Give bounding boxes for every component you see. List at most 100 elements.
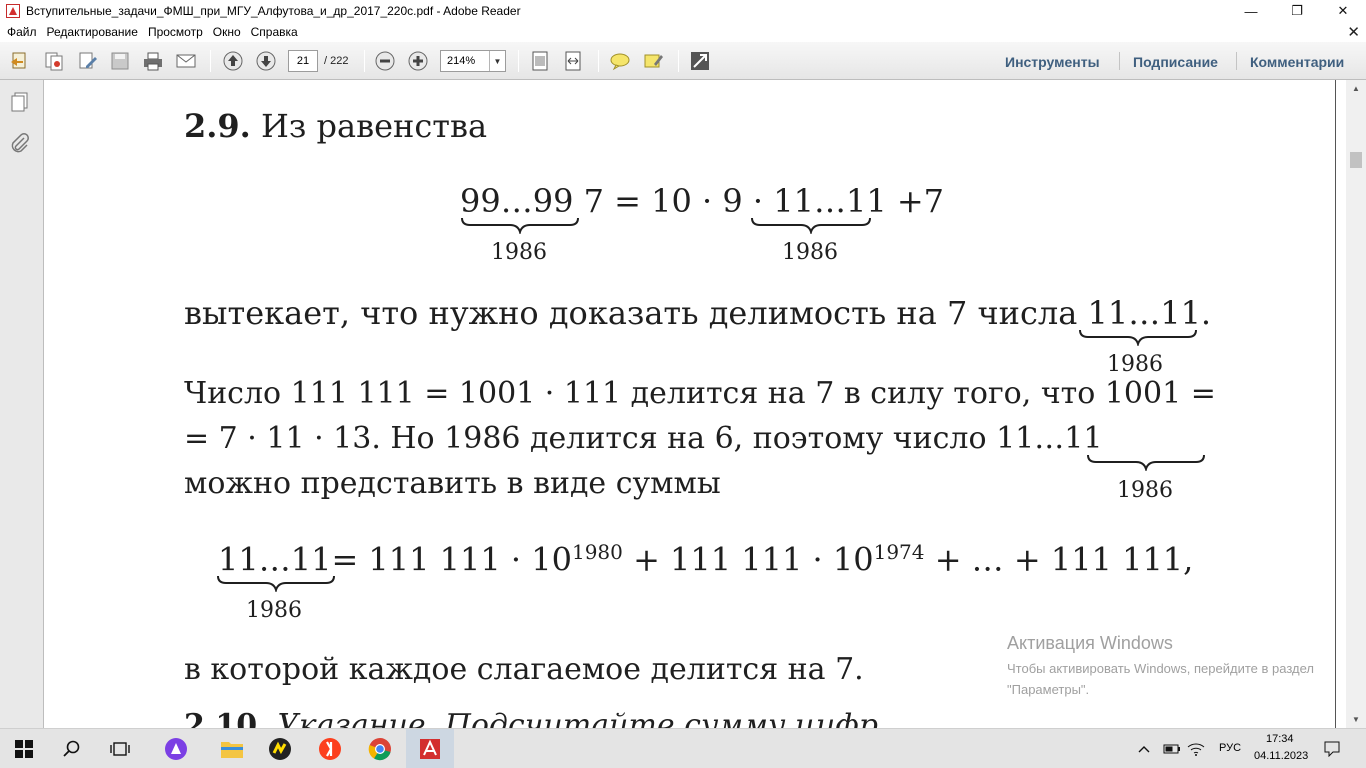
zoom-in-icon[interactable]: [406, 49, 430, 73]
yandex-market-icon[interactable]: [256, 729, 304, 768]
menu-view[interactable]: Просмотр: [143, 25, 208, 39]
eq2-part-1: = 111 111 · 10: [331, 540, 572, 579]
language-indicator[interactable]: РУС: [1219, 742, 1241, 754]
next-problem-hint: Указание. Подсчитайте сумму цифр.: [267, 708, 888, 728]
task-view-icon[interactable]: [96, 729, 144, 768]
text-line-6: в которой каждое слагаемое делится на 7.: [184, 652, 864, 687]
chrome-icon[interactable]: [356, 729, 404, 768]
vertical-scrollbar[interactable]: ▲ ▼: [1346, 80, 1366, 728]
alice-assistant-icon[interactable]: [152, 729, 200, 768]
line4-text: = 7 · 11 · 13. Но 1986 делится на 6, поэ…: [184, 421, 987, 456]
search-icon[interactable]: [48, 729, 96, 768]
problem-intro: Из равенства: [250, 107, 488, 145]
text-line-5: можно представить в виде суммы: [184, 466, 721, 501]
toolbar-separator: [598, 50, 599, 72]
menu-bar: Файл Редактирование Просмотр Окно Справк…: [0, 22, 1366, 42]
toolbar-separator: [210, 50, 211, 72]
underbrace-3: [1079, 329, 1197, 346]
comment-pane-link[interactable]: Комментарии: [1250, 54, 1344, 70]
equation-1: 99…99 7 = 10 · 9 · 11…11 +7: [460, 182, 944, 220]
next-page-icon[interactable]: [254, 49, 278, 73]
chevron-down-icon[interactable]: ▼: [489, 51, 505, 71]
text-line-7: 2.10. Указание. Подсчитайте сумму цифр.: [184, 708, 887, 728]
toolbar-separator: [678, 50, 679, 72]
line4-count: 1986: [1117, 478, 1173, 503]
clock-date[interactable]: 04.11.2023: [1254, 750, 1308, 762]
fit-width-icon[interactable]: [561, 49, 585, 73]
chevron-up-icon[interactable]: [1132, 729, 1156, 768]
adobe-reader-icon: [6, 4, 20, 18]
underbrace-4: [1087, 454, 1205, 471]
adobe-reader-taskbar-icon[interactable]: [406, 729, 454, 768]
eq1-count-2: 1986: [782, 240, 838, 265]
comment-icon[interactable]: [608, 49, 632, 73]
page-border: [1335, 80, 1346, 728]
title-bar: Вступительные_задачи_ФМШ_при_МГУ_Алфутов…: [0, 0, 1366, 22]
file-explorer-icon[interactable]: [208, 729, 256, 768]
zoom-select[interactable]: 214% ▼: [440, 50, 506, 72]
toolbar-separator: [1236, 52, 1237, 70]
clock-time[interactable]: 17:34: [1266, 733, 1294, 745]
taskbar: РУС 17:34 04.11.2023: [0, 728, 1366, 768]
sign-pane-link[interactable]: Подписание: [1133, 54, 1218, 70]
zoom-out-icon[interactable]: [373, 49, 397, 73]
document-view[interactable]: 2.9. Из равенства 99…99 7 = 10 · 9 · 11……: [44, 80, 1346, 728]
combine-files-icon[interactable]: [42, 49, 66, 73]
problem-heading: 2.9. Из равенства: [184, 107, 487, 145]
eq2-exponent-2: 1974: [873, 540, 925, 564]
close-button[interactable]: ✕: [1320, 0, 1366, 22]
page-total: / 222: [324, 55, 349, 67]
toolbar-separator: [1119, 52, 1120, 70]
window-controls: — ❐ ✕: [1228, 0, 1366, 22]
underbrace-2: [751, 217, 871, 234]
eq2-part-2: + 111 111 · 10: [622, 540, 874, 579]
start-windows-icon[interactable]: [0, 729, 48, 768]
toolbar: 21 / 222 214% ▼ Инструменты Подписание К…: [0, 42, 1366, 80]
save-icon[interactable]: [108, 49, 132, 73]
menu-file[interactable]: Файл: [2, 25, 42, 39]
email-icon[interactable]: [174, 49, 198, 73]
line2-number: 11…11: [1087, 294, 1201, 332]
scroll-up-icon[interactable]: ▲: [1346, 80, 1366, 97]
attachments-icon[interactable]: [8, 132, 32, 156]
eq2-count: 1986: [246, 598, 302, 623]
eq1-tail: +7: [896, 182, 945, 220]
eq1-count-1: 1986: [491, 240, 547, 265]
previous-page-icon[interactable]: [221, 49, 245, 73]
print-icon[interactable]: [141, 49, 165, 73]
eq1-term-a: 99…99: [460, 182, 574, 220]
activation-watermark-title: Активация Windows: [1007, 633, 1173, 653]
toolbar-separator: [364, 50, 365, 72]
scrollbar-thumb[interactable]: [1350, 152, 1362, 168]
menu-edit[interactable]: Редактирование: [42, 25, 143, 39]
fit-page-icon[interactable]: [528, 49, 552, 73]
battery-icon[interactable]: [1160, 729, 1184, 768]
activation-watermark-text: Чтобы активировать Windows, перейдите в …: [1007, 661, 1314, 697]
text-line-2: вытекает, что нужно доказать делимость н…: [184, 294, 1211, 332]
close-document-button[interactable]: ✕: [1347, 23, 1360, 41]
yandex-browser-icon[interactable]: [306, 729, 354, 768]
menu-window[interactable]: Окно: [208, 25, 246, 39]
notifications-icon[interactable]: [1320, 729, 1344, 768]
navigation-pane: [0, 80, 44, 728]
highlight-icon[interactable]: [641, 49, 665, 73]
tools-pane-link[interactable]: Инструменты: [1005, 54, 1100, 70]
network-icon[interactable]: [1184, 729, 1208, 768]
line4-number: 11…11: [996, 421, 1103, 456]
eq1-middle: 7 = 10 · 9 ·: [583, 182, 764, 220]
create-pdf-icon[interactable]: [8, 49, 32, 73]
page-number-input[interactable]: 21: [288, 50, 318, 72]
underbrace-5: [217, 575, 335, 592]
equation-2: 11…11= 111 111 · 101980 + 111 111 · 1019…: [218, 540, 1193, 579]
menu-help[interactable]: Справка: [246, 25, 303, 39]
zoom-value: 214%: [447, 55, 476, 67]
restore-button[interactable]: ❐: [1274, 0, 1320, 22]
scroll-down-icon[interactable]: ▼: [1346, 711, 1366, 728]
eq1-term-c: 11…11: [773, 182, 887, 220]
toolbar-separator: [518, 50, 519, 72]
line2-period: .: [1200, 294, 1212, 332]
page-thumbnails-icon[interactable]: [8, 90, 32, 114]
edit-pdf-icon[interactable]: [76, 49, 100, 73]
minimize-button[interactable]: —: [1228, 0, 1274, 22]
fullscreen-icon[interactable]: [688, 49, 712, 73]
